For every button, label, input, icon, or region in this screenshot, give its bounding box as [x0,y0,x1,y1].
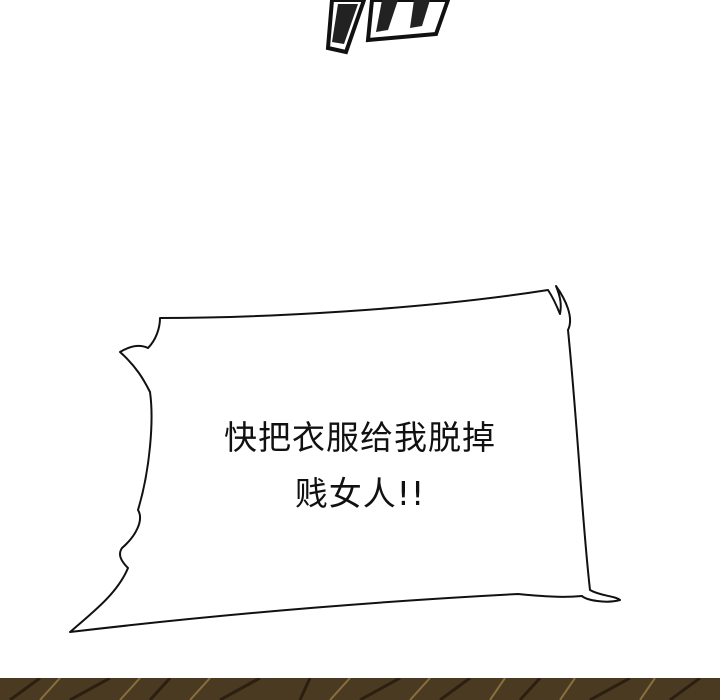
next-panel-edge [0,678,720,700]
comic-panel: 快把衣服给我脱掉 贱女人!! [0,0,720,700]
speech-bubble [69,285,621,633]
speech-line-2: 贱女人!! [294,474,426,513]
speech-line-1: 快把衣服给我脱掉 [224,418,496,457]
speech-bubble-text: 快把衣服给我脱掉 贱女人!! [150,410,570,522]
